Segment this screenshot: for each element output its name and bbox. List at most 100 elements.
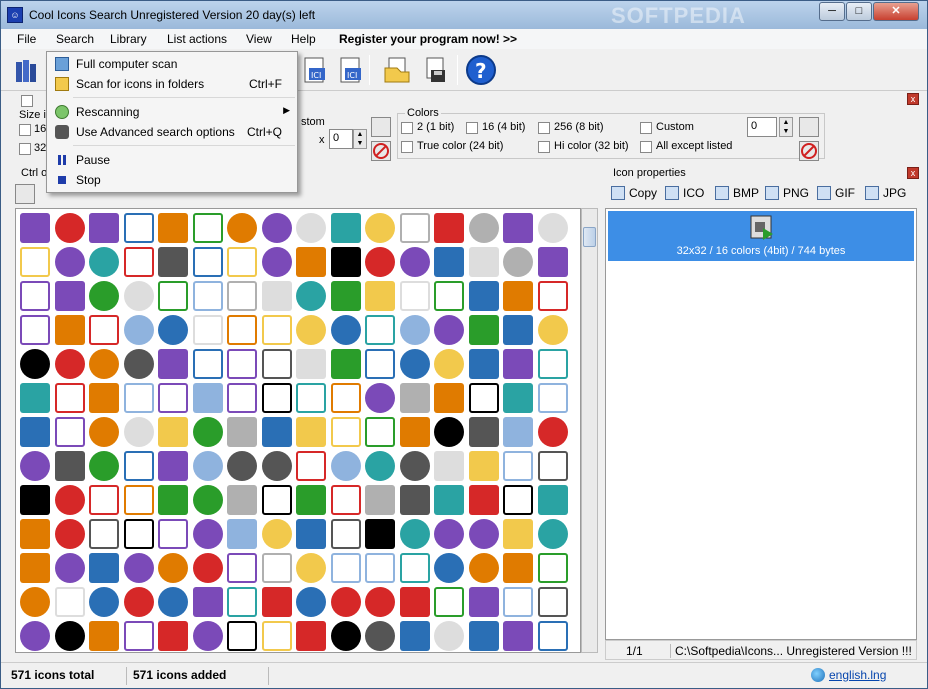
- icon-thumbnail[interactable]: [468, 519, 499, 549]
- icon-thumbnail[interactable]: [89, 349, 119, 379]
- icon-thumbnail[interactable]: [468, 281, 499, 311]
- icon-thumbnail[interactable]: [330, 417, 361, 447]
- icon-thumbnail[interactable]: [399, 451, 430, 481]
- register-link[interactable]: Register your program now! >>: [339, 32, 517, 46]
- icon-thumbnail[interactable]: [503, 383, 533, 413]
- color-256-checkbox[interactable]: [538, 122, 550, 134]
- custom-size-stepper[interactable]: ▲ ▼: [353, 129, 367, 149]
- color-custom-checkbox[interactable]: [640, 122, 652, 134]
- icon-thumbnail[interactable]: [89, 281, 119, 311]
- icon-thumbnail[interactable]: [261, 451, 292, 481]
- icon-thumbnail[interactable]: [537, 587, 568, 617]
- icon-thumbnail[interactable]: [468, 349, 499, 379]
- icon-thumbnail[interactable]: [54, 417, 85, 447]
- icon-thumbnail[interactable]: [261, 247, 292, 277]
- menu-view[interactable]: View: [246, 32, 272, 46]
- jpg-button[interactable]: JPG: [865, 186, 906, 200]
- icon-thumbnail[interactable]: [537, 553, 568, 583]
- png-button[interactable]: PNG: [765, 186, 809, 200]
- icon-thumbnail[interactable]: [365, 383, 395, 413]
- icon-thumbnail[interactable]: [192, 519, 223, 549]
- close-button[interactable]: ✕: [873, 2, 919, 21]
- icon-thumbnail[interactable]: [330, 213, 361, 243]
- icon-thumbnail[interactable]: [537, 519, 568, 549]
- icon-thumbnail[interactable]: [227, 315, 257, 345]
- icon-thumbnail[interactable]: [158, 587, 188, 617]
- icon-thumbnail[interactable]: [296, 349, 326, 379]
- icon-thumbnail[interactable]: [537, 213, 568, 243]
- icon-thumbnail[interactable]: [158, 281, 188, 311]
- icon-thumbnail[interactable]: [503, 213, 533, 243]
- icon-thumbnail[interactable]: [89, 417, 119, 447]
- icon-thumbnail[interactable]: [54, 281, 85, 311]
- icon-thumbnail[interactable]: [20, 383, 50, 413]
- icon-thumbnail[interactable]: [434, 315, 464, 345]
- menu-search[interactable]: Search: [56, 32, 94, 46]
- icon-thumbnail[interactable]: [468, 451, 499, 481]
- icon-thumbnail[interactable]: [365, 587, 395, 617]
- icon-thumbnail[interactable]: [158, 349, 188, 379]
- icon-thumbnail[interactable]: [434, 621, 464, 651]
- icon-thumbnail[interactable]: [434, 247, 464, 277]
- icon-thumbnail[interactable]: [434, 519, 464, 549]
- icon-thumbnail[interactable]: [227, 281, 257, 311]
- icon-thumbnail[interactable]: [123, 417, 154, 447]
- scroll-thumb[interactable]: [583, 227, 596, 247]
- icon-thumbnail[interactable]: [296, 247, 326, 277]
- icon-thumbnail[interactable]: [434, 587, 464, 617]
- icon-thumbnail[interactable]: [537, 247, 568, 277]
- icon-thumbnail[interactable]: [89, 485, 119, 515]
- icon-thumbnail[interactable]: [227, 213, 257, 243]
- menu-item-full-scan[interactable]: Full computer scan: [48, 54, 296, 74]
- icon-thumbnail[interactable]: [20, 417, 50, 447]
- icon-thumbnail[interactable]: [123, 621, 154, 651]
- library-icon[interactable]: [13, 54, 45, 86]
- color-2bit-checkbox[interactable]: [401, 122, 413, 134]
- icon-thumbnail[interactable]: [158, 553, 188, 583]
- icon-thumbnail[interactable]: [330, 519, 361, 549]
- icon-thumbnail[interactable]: [123, 349, 154, 379]
- icon-thumbnail[interactable]: [192, 451, 223, 481]
- icon-thumbnail[interactable]: [158, 485, 188, 515]
- icon-thumbnail[interactable]: [330, 315, 361, 345]
- icon-thumbnail[interactable]: [20, 451, 50, 481]
- icon-thumbnail[interactable]: [468, 587, 499, 617]
- menu-help[interactable]: Help: [291, 32, 316, 46]
- icon-thumbnail[interactable]: [434, 553, 464, 583]
- menu-item-advanced-search[interactable]: Use Advanced search options Ctrl+Q: [48, 122, 296, 142]
- icon-thumbnail[interactable]: [158, 315, 188, 345]
- icon-thumbnail[interactable]: [123, 247, 154, 277]
- icon-thumbnail[interactable]: [537, 315, 568, 345]
- icon-thumbnail[interactable]: [365, 485, 395, 515]
- icon-thumbnail[interactable]: [261, 519, 292, 549]
- icon-thumbnail[interactable]: [192, 383, 223, 413]
- icon-thumbnail[interactable]: [123, 383, 154, 413]
- custom-color-stepper[interactable]: ▲ ▼: [779, 117, 793, 137]
- icon-thumbnail[interactable]: [296, 417, 326, 447]
- icon-thumbnail[interactable]: [503, 417, 533, 447]
- icon-thumbnail[interactable]: [537, 281, 568, 311]
- icon-thumbnail[interactable]: [158, 383, 188, 413]
- icon-thumbnail[interactable]: [296, 213, 326, 243]
- icon-thumbnail[interactable]: [261, 553, 292, 583]
- vertical-scrollbar[interactable]: [581, 208, 598, 653]
- icon-thumbnail[interactable]: [54, 451, 85, 481]
- info-button[interactable]: [15, 184, 35, 204]
- color-hicolor-checkbox[interactable]: [538, 141, 550, 153]
- icon-thumbnail[interactable]: [537, 485, 568, 515]
- icon-thumbnail[interactable]: [330, 621, 361, 651]
- icon-thumbnail[interactable]: [503, 553, 533, 583]
- icon-thumbnail[interactable]: [468, 383, 499, 413]
- icon-thumbnail[interactable]: [89, 247, 119, 277]
- icon-thumbnail[interactable]: [365, 451, 395, 481]
- icon-thumbnail[interactable]: [123, 213, 154, 243]
- icon-thumbnail[interactable]: [468, 621, 499, 651]
- icon-thumbnail[interactable]: [434, 349, 464, 379]
- menu-file[interactable]: File: [17, 32, 36, 46]
- icon-thumbnail[interactable]: [227, 553, 257, 583]
- icon-thumbnail[interactable]: [330, 247, 361, 277]
- custom-size-input[interactable]: 0: [329, 129, 353, 149]
- save-file-icon[interactable]: [419, 54, 451, 86]
- icon-thumbnail[interactable]: [399, 315, 430, 345]
- icon-thumbnail[interactable]: [503, 621, 533, 651]
